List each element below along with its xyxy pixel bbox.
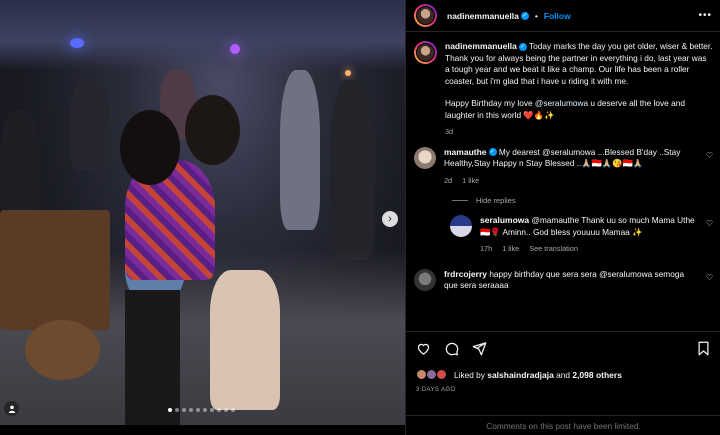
hide-replies-label: Hide replies <box>476 196 516 205</box>
carousel-dot <box>224 408 228 412</box>
comments-list[interactable]: nadinemmanuella ✓ Today marks the day you… <box>406 33 720 329</box>
divider <box>452 200 468 201</box>
image-crowd <box>280 70 320 230</box>
carousel-dot <box>217 408 221 412</box>
reply-like-icon[interactable]: ♡ <box>706 219 713 228</box>
image-crowd <box>0 110 40 220</box>
avatar[interactable] <box>414 146 436 169</box>
verified-badge-icon: ✓ <box>518 42 527 51</box>
likes-prefix: Liked by <box>454 369 488 380</box>
verified-badge-icon: ✓ <box>520 11 529 20</box>
caption-username[interactable]: nadinemmanuella <box>445 41 517 51</box>
image-light <box>345 70 351 76</box>
comment-likes[interactable]: 1 like <box>462 175 479 187</box>
reply-username[interactable]: seralumowa <box>480 215 529 225</box>
mention-link[interactable]: @seralumowa <box>535 98 588 108</box>
carousel-dot <box>203 408 207 412</box>
reply: seralumowa @mamauthe Thank uu so much Ma… <box>450 215 713 255</box>
comments-limited-notice: Comments on this post have been limited. <box>406 415 720 435</box>
carousel-dot <box>210 408 214 412</box>
heart-icon[interactable] <box>416 341 431 356</box>
post-actions: Liked by salshaindradjaja and 2,098 othe… <box>406 331 720 421</box>
caption-age: 3d <box>445 127 454 136</box>
image-crowd <box>70 80 110 170</box>
bookmark-icon[interactable] <box>696 341 711 356</box>
header-separator: • <box>534 10 538 21</box>
carousel-dot <box>189 408 193 412</box>
post-image[interactable]: › <box>0 0 405 425</box>
carousel-dot <box>231 408 235 412</box>
reply-age: 17h <box>480 244 493 253</box>
comment-age: 2d <box>444 175 453 185</box>
carousel-dot <box>175 408 179 412</box>
post-header: nadinemmanuella ✓ • Follow ••• <box>406 0 720 32</box>
hide-replies-button[interactable]: Hide replies <box>452 196 713 205</box>
image-head <box>120 110 180 185</box>
comment: mamauthe ✓ My dearest @seralumowa ...Bles… <box>414 146 713 187</box>
carousel-dot <box>182 408 186 412</box>
image-crowd <box>330 80 375 260</box>
post-date: 3 DAYS AGO <box>416 387 456 393</box>
image-person-legs <box>125 290 180 425</box>
image-head <box>185 95 240 165</box>
likes-summary: Liked by salshaindradjaja and 2,098 othe… <box>416 369 711 380</box>
comment-like-icon[interactable]: ♡ <box>706 151 713 160</box>
share-icon[interactable] <box>472 341 487 356</box>
carousel-dot <box>168 408 172 412</box>
image-ceiling <box>0 0 405 70</box>
comment-username[interactable]: frdrcojerry <box>444 269 487 279</box>
comment-icon[interactable] <box>444 341 459 356</box>
liked-by-user[interactable]: salshaindradjaja <box>487 370 554 380</box>
see-translation-link[interactable]: See translation <box>529 243 578 255</box>
image-stool <box>25 320 100 380</box>
user-tag-icon <box>8 405 15 413</box>
image-light <box>230 44 240 54</box>
comment-username[interactable]: mamauthe <box>444 147 487 157</box>
user-tags-button[interactable] <box>4 401 19 416</box>
next-slide-button[interactable]: › <box>382 211 398 227</box>
avatar[interactable] <box>450 215 472 237</box>
avatar[interactable] <box>414 41 437 64</box>
carousel-indicator <box>168 408 235 412</box>
post-details-panel: nadinemmanuella ✓ • Follow ••• nadinemma… <box>405 0 720 435</box>
chevron-right-icon: › <box>388 213 392 225</box>
image-table <box>0 210 110 330</box>
image-light <box>70 38 84 48</box>
image-person-legs <box>210 270 280 410</box>
reply-likes[interactable]: 1 like <box>502 243 519 255</box>
likes-middle: and <box>553 369 573 380</box>
follow-button[interactable]: Follow <box>544 11 571 21</box>
more-options-icon[interactable]: ••• <box>698 10 712 21</box>
avatar[interactable] <box>414 4 437 27</box>
comment: frdrcojerry happy birthday que sera sera… <box>414 268 713 292</box>
comment-like-icon[interactable]: ♡ <box>706 273 713 282</box>
likes-count[interactable]: 2,098 others <box>572 370 622 380</box>
verified-badge-icon: ✓ <box>488 148 497 157</box>
caption: nadinemmanuella ✓ Today marks the day you… <box>414 41 713 138</box>
header-username[interactable]: nadinemmanuella <box>447 11 519 21</box>
avatar[interactable] <box>414 268 436 291</box>
avatar <box>436 369 447 380</box>
caption-text: Happy Birthday my love <box>445 98 535 108</box>
carousel-dot <box>196 408 200 412</box>
